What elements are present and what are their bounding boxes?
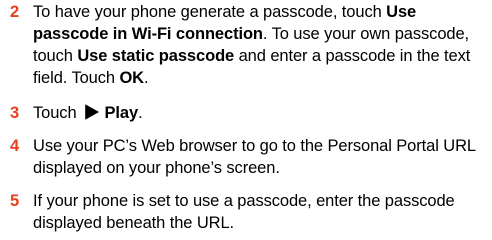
text-segment: To have your phone generate a passcode, … (33, 3, 387, 21)
step-number: 3 (10, 104, 20, 122)
use-static-passcode-option: Use static passcode (77, 47, 235, 65)
step-text: To have your phone generate a passcode, … (33, 1, 485, 89)
touch-text: Touch (33, 104, 77, 122)
step-number: 4 (10, 137, 20, 155)
ok-label: OK (119, 69, 145, 87)
text-segment: . (144, 69, 149, 87)
text-segment: . (138, 104, 143, 122)
play-label: Play (104, 104, 139, 122)
step-text: Touch Play. (33, 102, 485, 124)
step-text: Use your PC’s Web browser to go to the P… (33, 137, 476, 177)
step-number: 2 (10, 3, 20, 21)
step-number: 5 (10, 192, 20, 210)
step-text: If your phone is set to use a passcode, … (33, 192, 455, 232)
play-icon (84, 104, 99, 120)
